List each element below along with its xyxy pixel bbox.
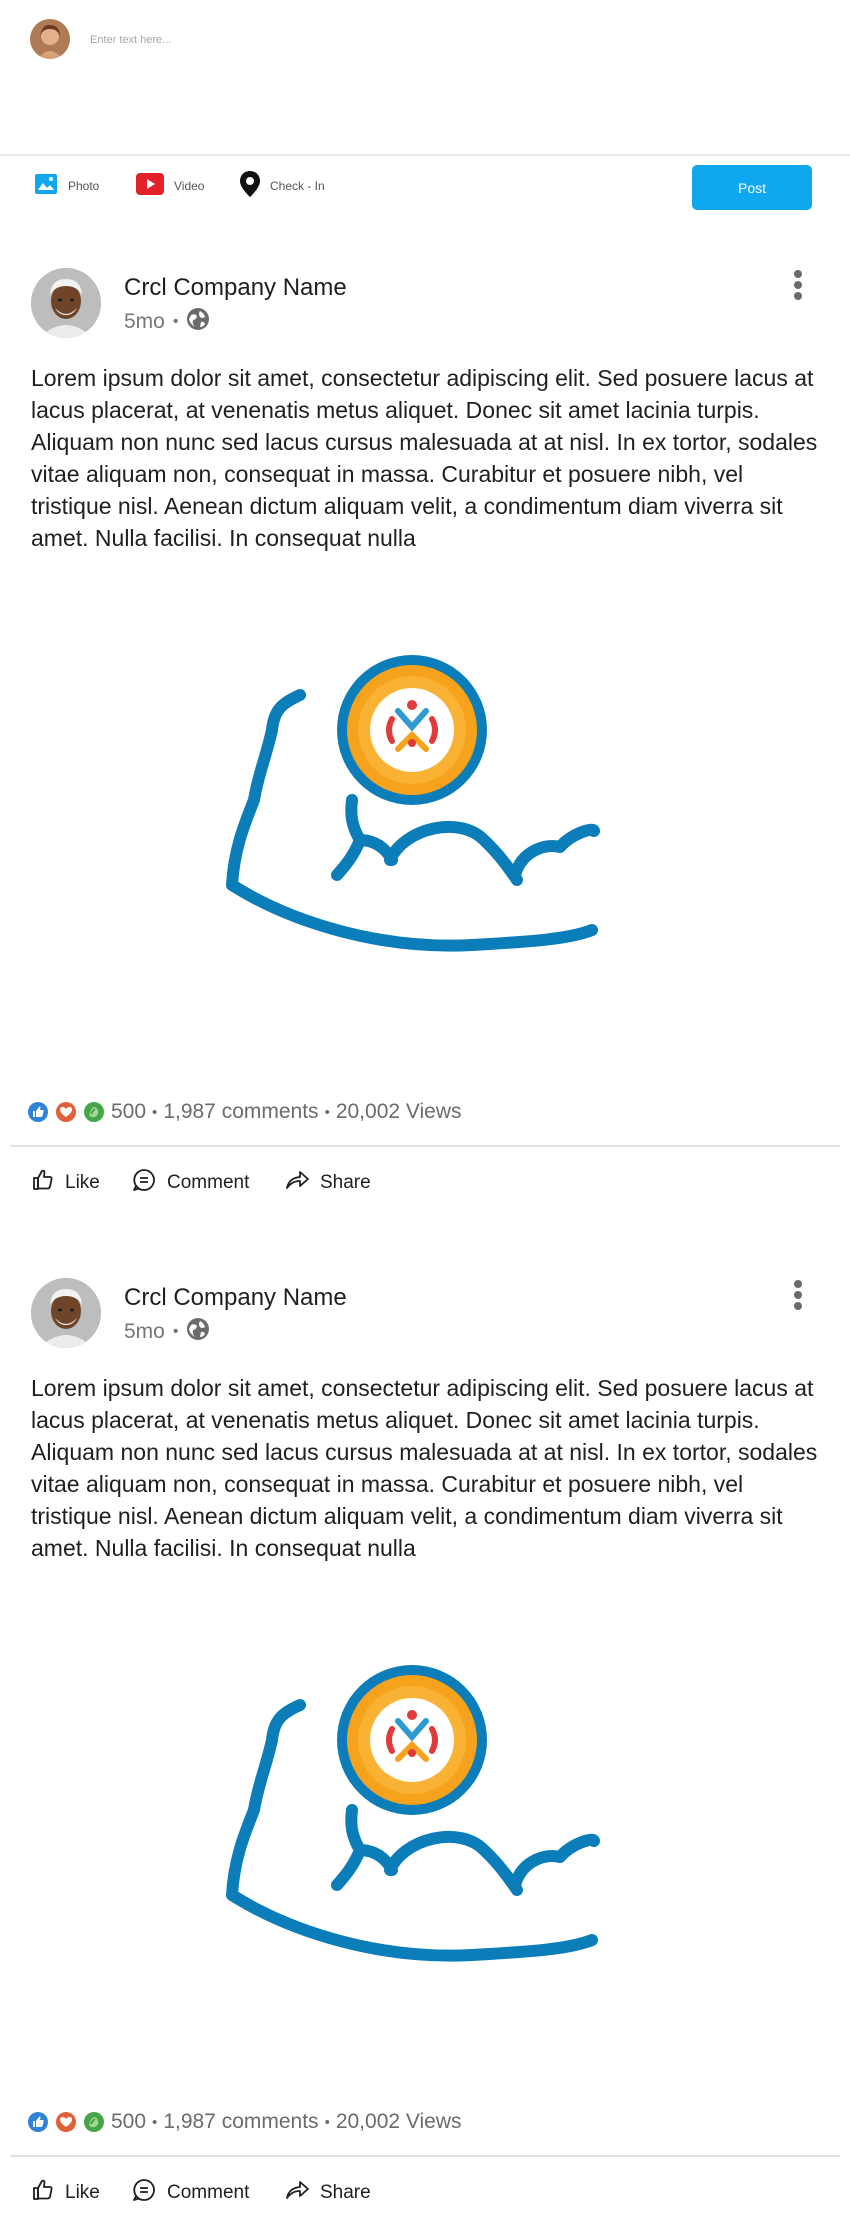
stats-separator: • [152, 2113, 158, 2131]
post-time: 5mo [124, 310, 165, 333]
post-image[interactable] [222, 1655, 602, 2040]
company-name[interactable]: Crcl Company Name [124, 274, 347, 302]
reaction-count[interactable]: 500 [111, 2110, 146, 2134]
share-arrow-icon [284, 2178, 310, 2208]
globe-icon [186, 307, 210, 337]
thumbs-up-icon [31, 2178, 55, 2208]
post-meta: 5mo • [124, 1317, 210, 1347]
like-reaction-icon [27, 2111, 49, 2133]
post-body: Lorem ipsum dolor sit amet, consectetur … [31, 365, 818, 551]
company-name[interactable]: Crcl Company Name [124, 1284, 347, 1312]
feed-post: Crcl Company Name 5mo • Lorem ipsum dolo… [0, 0, 850, 1193]
company-avatar[interactable] [31, 268, 101, 338]
view-count: 20,002 Views [335, 2110, 462, 2133]
meta-separator: • [172, 1323, 179, 1340]
post-body: Lorem ipsum dolor sit amet, consectetur … [31, 1375, 818, 1561]
more-options-button[interactable] [784, 1278, 812, 1314]
post-image[interactable] [222, 645, 602, 1030]
like-button[interactable]: Like [31, 2178, 100, 2208]
company-avatar[interactable] [31, 1278, 101, 1348]
comment-count[interactable]: 1,987 comments [163, 2110, 318, 2134]
share-label: Share [320, 2182, 371, 2203]
feed-post: Crcl Company Name 5mo • Lorem ipsum dolo… [0, 1010, 850, 2203]
post-stats: 500 • 1,987 comments • 20,002 Views [27, 2110, 462, 2134]
post-meta: 5mo • [124, 307, 210, 337]
stats-divider [10, 2155, 840, 2157]
share-button[interactable]: Share [284, 2178, 371, 2208]
comment-label: Comment [167, 2182, 250, 2203]
clap-reaction-icon [83, 2111, 105, 2133]
stats-separator: • [324, 2113, 330, 2131]
more-options-button[interactable] [784, 268, 812, 304]
love-reaction-icon [55, 2111, 77, 2133]
meta-separator: • [172, 313, 179, 330]
post-time: 5mo [124, 1320, 165, 1343]
comment-button[interactable]: Comment [131, 2178, 249, 2208]
globe-icon [186, 1317, 210, 1347]
like-label: Like [65, 2182, 100, 2203]
comment-icon [131, 2177, 157, 2209]
